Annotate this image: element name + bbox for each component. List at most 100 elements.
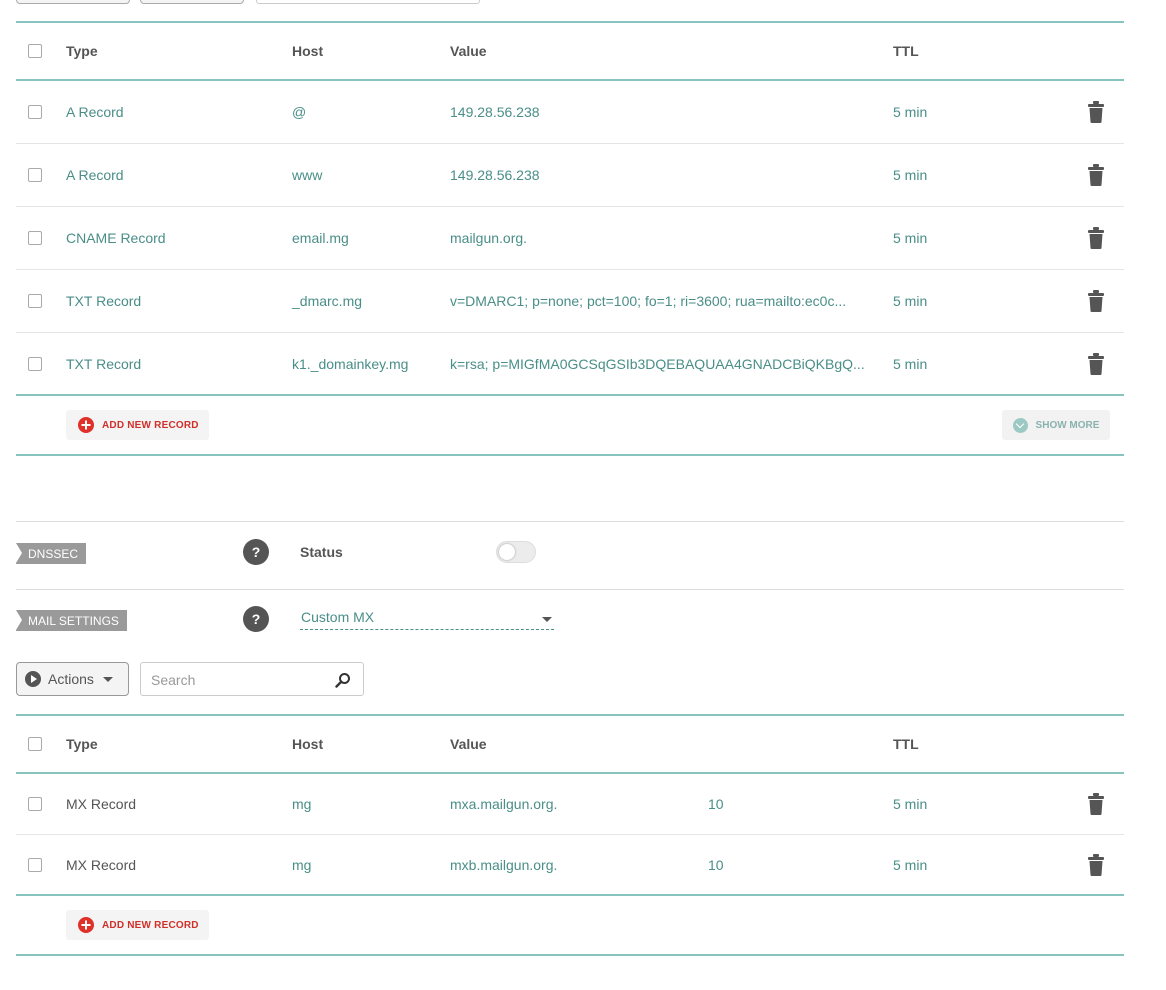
divider bbox=[16, 589, 1124, 590]
col-type: Type bbox=[66, 43, 98, 59]
trash-icon[interactable] bbox=[1088, 352, 1104, 375]
record-type: MX Record bbox=[66, 856, 137, 873]
mx-records-table: Type Host Value TTL MX Record mg mxa.mai… bbox=[16, 714, 1124, 956]
add-new-record-button[interactable]: ADD NEW RECORD bbox=[66, 910, 209, 940]
record-priority[interactable]: 10 bbox=[708, 796, 724, 812]
record-ttl[interactable]: 5 min bbox=[893, 796, 927, 812]
record-host[interactable]: k1._domainkey.mg bbox=[292, 356, 408, 372]
col-value: Value bbox=[450, 43, 487, 59]
record-ttl[interactable]: 5 min bbox=[893, 857, 927, 873]
trash-icon[interactable] bbox=[1088, 793, 1104, 815]
table-footer: ADD NEW RECORD bbox=[16, 896, 1124, 956]
col-ttl: TTL bbox=[893, 43, 919, 59]
col-value: Value bbox=[450, 736, 487, 752]
dnssec-help-icon[interactable]: ? bbox=[243, 539, 269, 565]
actions-button[interactable]: Actions bbox=[16, 662, 129, 696]
record-ttl[interactable]: 5 min bbox=[893, 104, 927, 120]
show-more-label: SHOW MORE bbox=[1035, 419, 1100, 431]
record-ttl[interactable]: 5 min bbox=[893, 230, 927, 246]
trash-icon[interactable] bbox=[1088, 227, 1104, 249]
table-footer: ADD NEW RECORD SHOW MORE bbox=[16, 396, 1124, 456]
search-input[interactable] bbox=[149, 670, 333, 690]
record-value[interactable]: 149.28.56.238 bbox=[450, 104, 540, 120]
dnssec-status-label: Status bbox=[300, 544, 343, 560]
row-checkbox[interactable] bbox=[28, 231, 42, 245]
record-type[interactable]: CNAME Record bbox=[66, 230, 166, 246]
record-type[interactable]: A Record bbox=[66, 104, 124, 120]
search-icon[interactable] bbox=[335, 672, 351, 688]
plus-circle-icon bbox=[78, 917, 94, 933]
divider bbox=[16, 521, 1124, 522]
top-search-input[interactable] bbox=[256, 0, 480, 4]
record-host[interactable]: _dmarc.mg bbox=[292, 293, 362, 309]
table-row: MX Record mg mxb.mailgun.org. 10 5 min bbox=[16, 835, 1124, 896]
record-value[interactable]: k=rsa; p=MIGfMA0GCSqGSIb3DQEBAQUAA4GNADC… bbox=[450, 356, 865, 372]
record-type[interactable]: TXT Record bbox=[66, 356, 141, 372]
row-checkbox[interactable] bbox=[28, 168, 42, 182]
select-all-checkbox[interactable] bbox=[28, 44, 42, 58]
row-checkbox[interactable] bbox=[28, 356, 42, 371]
record-ttl[interactable]: 5 min bbox=[893, 356, 927, 372]
row-checkbox[interactable] bbox=[28, 105, 42, 119]
caret-down-icon bbox=[102, 676, 113, 682]
add-new-record-label: ADD NEW RECORD bbox=[102, 919, 199, 931]
trash-icon[interactable] bbox=[1088, 853, 1104, 876]
col-type: Type bbox=[66, 736, 98, 752]
mail-settings-selected: Custom MX bbox=[301, 609, 375, 625]
top-button-1[interactable] bbox=[16, 0, 130, 4]
record-host[interactable]: www bbox=[292, 167, 322, 183]
row-checkbox[interactable] bbox=[28, 294, 42, 308]
dnssec-status-toggle[interactable] bbox=[496, 541, 536, 563]
table-header: Type Host Value TTL bbox=[16, 714, 1124, 774]
record-type: MX Record bbox=[66, 796, 137, 812]
mail-settings-tag: MAIL SETTINGS bbox=[16, 610, 127, 631]
actions-label: Actions bbox=[48, 671, 94, 687]
trash-icon[interactable] bbox=[1088, 290, 1104, 312]
record-value[interactable]: v=DMARC1; p=none; pct=100; fo=1; ri=3600… bbox=[450, 293, 846, 309]
trash-icon[interactable] bbox=[1088, 164, 1104, 186]
table-row: CNAME Record email.mg mailgun.org. 5 min bbox=[16, 207, 1124, 270]
record-priority[interactable]: 10 bbox=[708, 857, 724, 873]
record-host[interactable]: email.mg bbox=[292, 230, 349, 246]
record-host[interactable]: mg bbox=[292, 857, 311, 873]
col-host: Host bbox=[292, 736, 324, 752]
record-type[interactable]: A Record bbox=[66, 167, 124, 183]
dnssec-tag-label: DNSSEC bbox=[28, 546, 79, 561]
table-row: TXT Record k1._domainkey.mg k=rsa; p=MIG… bbox=[16, 333, 1124, 396]
record-type[interactable]: TXT Record bbox=[66, 293, 141, 309]
add-new-record-label: ADD NEW RECORD bbox=[102, 419, 199, 431]
table-header: Type Host Value TTL bbox=[16, 21, 1124, 81]
record-ttl[interactable]: 5 min bbox=[893, 167, 927, 183]
plus-circle-icon bbox=[78, 417, 94, 433]
table-row: MX Record mg mxa.mailgun.org. 10 5 min bbox=[16, 774, 1124, 835]
col-ttl: TTL bbox=[893, 736, 919, 752]
table-row: A Record www 149.28.56.238 5 min bbox=[16, 144, 1124, 207]
mail-settings-select[interactable]: Custom MX bbox=[300, 607, 554, 630]
top-button-2[interactable] bbox=[140, 0, 244, 4]
select-all-checkbox[interactable] bbox=[28, 737, 42, 751]
chevron-down-circle-icon bbox=[1012, 417, 1028, 433]
show-more-button[interactable]: SHOW MORE bbox=[1002, 410, 1110, 440]
row-checkbox[interactable] bbox=[28, 797, 42, 811]
record-host[interactable]: mg bbox=[292, 796, 311, 812]
col-host: Host bbox=[292, 43, 324, 59]
dnssec-tag: DNSSEC bbox=[16, 543, 87, 564]
record-value[interactable]: mxa.mailgun.org. bbox=[450, 796, 557, 812]
mail-settings-tag-label: MAIL SETTINGS bbox=[28, 613, 119, 628]
table-row: A Record @ 149.28.56.238 5 min bbox=[16, 81, 1124, 144]
row-checkbox[interactable] bbox=[28, 857, 42, 872]
record-value[interactable]: 149.28.56.238 bbox=[450, 167, 540, 183]
record-value[interactable]: mailgun.org. bbox=[450, 230, 527, 246]
caret-down-icon bbox=[542, 617, 552, 622]
record-value[interactable]: mxb.mailgun.org. bbox=[450, 857, 557, 873]
add-new-record-button[interactable]: ADD NEW RECORD bbox=[66, 410, 209, 440]
mail-settings-help-icon[interactable]: ? bbox=[243, 606, 269, 632]
dns-records-table: Type Host Value TTL A Record @ 149.28.56… bbox=[16, 21, 1124, 456]
toggle-knob bbox=[499, 544, 515, 560]
record-host[interactable]: @ bbox=[292, 104, 306, 120]
play-circle-icon bbox=[25, 671, 41, 687]
search-box bbox=[140, 662, 364, 696]
record-ttl[interactable]: 5 min bbox=[893, 293, 927, 309]
table-row: TXT Record _dmarc.mg v=DMARC1; p=none; p… bbox=[16, 270, 1124, 333]
trash-icon[interactable] bbox=[1088, 101, 1104, 123]
